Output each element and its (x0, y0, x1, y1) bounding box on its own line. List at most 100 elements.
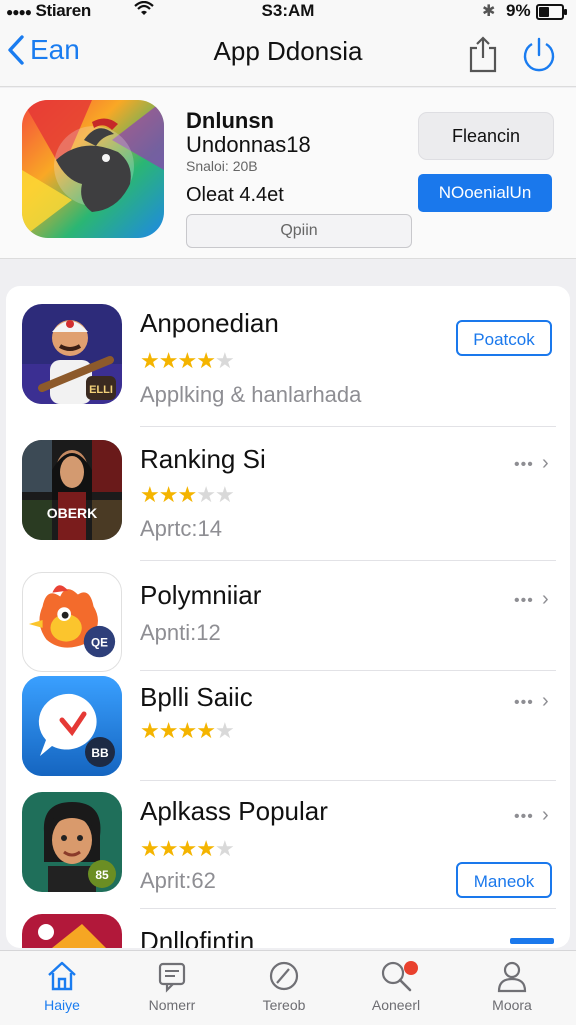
power-icon[interactable] (520, 36, 558, 74)
featured-app-subtitle: Undonnas18 (186, 132, 311, 157)
app-icon-game (22, 914, 122, 948)
star-icon: ★ (177, 718, 197, 743)
star-rating: ★★★★★ (140, 836, 235, 862)
get-button[interactable]: Poatcok (456, 320, 552, 356)
app-icon-badge-text: QE (91, 637, 108, 650)
star-icon: ★ (214, 348, 235, 373)
app-subtitle: Aprit:62 (140, 868, 216, 893)
featured-app-meta: Snaloi: 20B (186, 158, 258, 174)
star-icon: ★ (158, 718, 179, 743)
tab-label: Tereob (262, 997, 306, 1013)
star-icon: ★ (214, 718, 235, 743)
tab-profile[interactable]: Moora (464, 959, 560, 1013)
star-icon: ★ (177, 348, 197, 373)
more-icon[interactable]: ••• (514, 808, 534, 826)
chevron-right-icon: › (542, 452, 549, 474)
divider (140, 426, 556, 427)
home-icon (48, 961, 76, 991)
star-icon: ★ (196, 836, 216, 861)
featured-app-icon[interactable] (22, 100, 164, 238)
featured-app-name: Dnlunsn (186, 108, 274, 133)
divider (140, 908, 556, 909)
star-icon: ★ (158, 348, 179, 373)
divider (140, 670, 556, 671)
star-icon: ★ (140, 348, 160, 373)
app-subtitle: Applking & hanlarhada (140, 382, 362, 407)
app-subtitle: Aprtc:14 (140, 516, 222, 541)
tab-label: Aoneerl (371, 997, 421, 1013)
tab-label: Nomerr (148, 997, 196, 1013)
star-icon: ★ (140, 482, 160, 507)
compass-icon (269, 961, 299, 991)
more-icon[interactable]: ••• (514, 456, 534, 474)
star-icon: ★ (177, 836, 197, 861)
tab-label: Moora (492, 997, 532, 1013)
app-icon-badge-text: BB (91, 746, 109, 760)
app-name: Polymniiar (140, 580, 262, 610)
app-icon-avatar: 85 (22, 792, 122, 892)
list-item[interactable]: ELLI Anponedian ★★★★★ Applking & hanlarh… (6, 302, 570, 426)
share-icon[interactable] (466, 36, 500, 74)
more-icon[interactable]: ••• (514, 694, 534, 712)
star-rating: ★★★★★ (140, 348, 235, 374)
profile-icon (497, 961, 527, 993)
app-icon-badge-text: 85 (95, 868, 109, 882)
secondary-action-button[interactable]: Fleancin (418, 112, 554, 160)
app-name: Aplkass Popular (140, 796, 328, 826)
primary-action-button[interactable]: NOoenialUn (418, 174, 552, 212)
divider (140, 780, 556, 781)
star-icon: ★ (140, 836, 160, 861)
app-name: Dnllofintin (140, 926, 255, 948)
messages-icon (158, 962, 186, 993)
list-item[interactable]: BB Bplli Saiic ★★★★★ ••• › (6, 674, 570, 778)
app-list: ELLI Anponedian ★★★★★ Applking & hanlarh… (6, 286, 570, 948)
app-icon-movies: OBERK (22, 440, 122, 540)
tab-messages[interactable]: Nomerr (124, 959, 220, 1013)
bluetooth-icon: ✱ (482, 3, 496, 20)
divider (140, 560, 556, 561)
list-item[interactable]: 85 Aplkass Popular ★★★★★ Aprit:62 ••• › … (6, 788, 570, 906)
tab-label: Haiye (44, 997, 80, 1013)
chevron-right-icon: › (542, 588, 549, 610)
app-icon-bird: QE (22, 572, 122, 672)
tab-home[interactable]: Haiye (14, 959, 110, 1013)
battery-icon (536, 4, 567, 20)
status-bar: ●●●● Stiaren S3:AM ✱ 9% (0, 0, 576, 24)
star-rating: ★★★★★ (140, 718, 235, 744)
download-progress-indicator (510, 938, 554, 944)
battery-fill (539, 7, 549, 17)
tab-explore[interactable]: Tereob (236, 959, 332, 1013)
app-icon-badge-text: ELLI (89, 384, 113, 396)
list-item[interactable]: OBERK Ranking Si ★★★★★ Aprtc:14 ••• › (6, 436, 570, 562)
battery-percentage: 9% (506, 1, 531, 20)
chevron-right-icon: › (542, 690, 549, 712)
star-icon: ★ (140, 718, 160, 743)
featured-app-card: Dnlunsn Undonnas18 Snaloi: 20B Oleat 4.4… (0, 88, 576, 259)
featured-app-rating: Oleat 4.4et (186, 184, 284, 206)
star-icon: ★ (196, 482, 216, 507)
star-icon: ★ (196, 718, 216, 743)
more-icon[interactable]: ••• (514, 592, 534, 610)
tab-bar: Haiye Nomerr Tereob Aoneerl Moora (0, 950, 576, 1025)
app-name: Ranking Si (140, 444, 266, 474)
star-icon: ★ (214, 836, 235, 861)
star-icon: ★ (214, 482, 235, 507)
star-icon: ★ (196, 348, 216, 373)
app-icon-badge-text: OBERK (47, 505, 98, 521)
get-button[interactable]: Maneok (456, 862, 552, 898)
app-subtitle: Apnti:12 (140, 620, 221, 645)
list-item[interactable]: QE Polymniiar Apnti:12 ••• › (6, 570, 570, 672)
star-rating: ★★★★★ (140, 482, 235, 508)
list-item[interactable]: Dnllofintin (6, 914, 570, 948)
app-name: Bplli Saiic (140, 682, 253, 712)
app-icon-chat: BB (22, 676, 122, 776)
chevron-right-icon: › (542, 804, 549, 826)
notification-badge (404, 961, 418, 975)
star-icon: ★ (158, 836, 179, 861)
star-icon: ★ (177, 482, 197, 507)
navigation-bar: Ean App Ddonsia (0, 24, 576, 87)
app-icon-guitar: ELLI (22, 304, 122, 404)
open-button[interactable]: Qpiin (186, 214, 412, 248)
app-name: Anponedian (140, 308, 279, 338)
tab-search[interactable]: Aoneerl (348, 959, 444, 1013)
